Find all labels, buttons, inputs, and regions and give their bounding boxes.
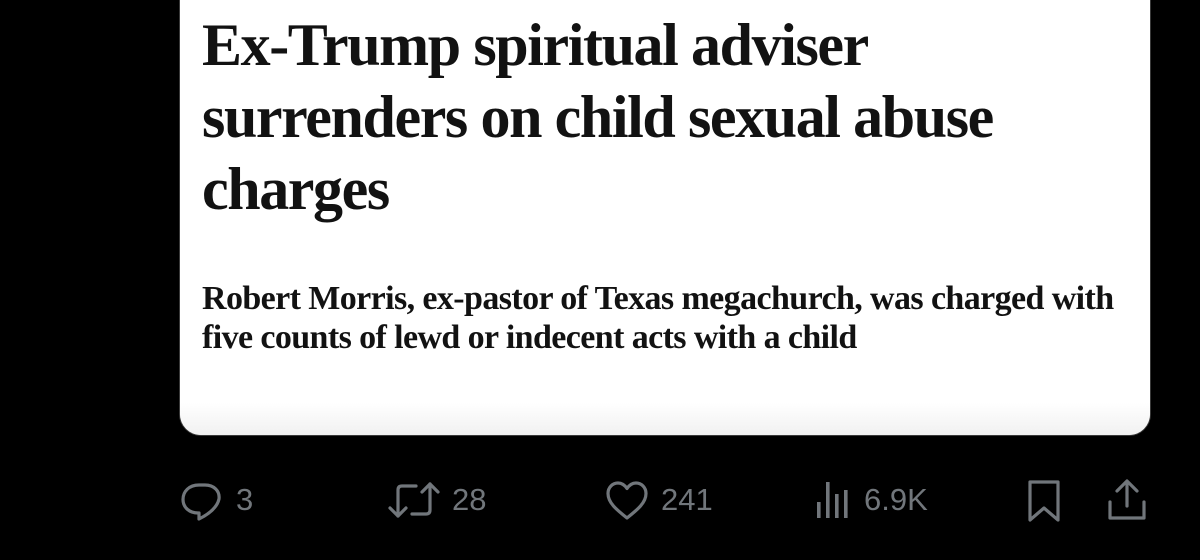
article-headline[interactable]: Ex-Trump spiritual adviser surrenders on…	[202, 9, 1142, 225]
repost-arrows-icon	[386, 476, 442, 524]
article-standfirst: Robert Morris, ex-pastor of Texas megach…	[202, 280, 1114, 356]
share-button[interactable]	[1105, 476, 1149, 524]
repost-count: 28	[452, 482, 487, 517]
share-upload-icon	[1105, 476, 1149, 524]
speech-bubble-icon	[178, 476, 226, 524]
views-count: 6.9K	[864, 482, 928, 517]
card-bottom-fade	[180, 403, 1150, 435]
repost-button[interactable]: 28	[386, 476, 486, 524]
bookmark-icon	[1024, 476, 1064, 524]
views-button[interactable]: 6.9K	[814, 476, 928, 524]
bar-chart-icon	[814, 476, 854, 524]
reply-button[interactable]: 3	[178, 476, 253, 524]
bookmark-button[interactable]	[1024, 476, 1064, 524]
like-button[interactable]: 241	[603, 476, 713, 524]
reply-count: 3	[236, 482, 254, 517]
tweet-action-bar: 3 28 241 6.9K	[178, 476, 1148, 524]
heart-icon	[603, 476, 651, 524]
link-preview-card[interactable]: Ex-Trump spiritual adviser surrenders on…	[179, 0, 1151, 436]
like-count: 241	[661, 482, 713, 517]
